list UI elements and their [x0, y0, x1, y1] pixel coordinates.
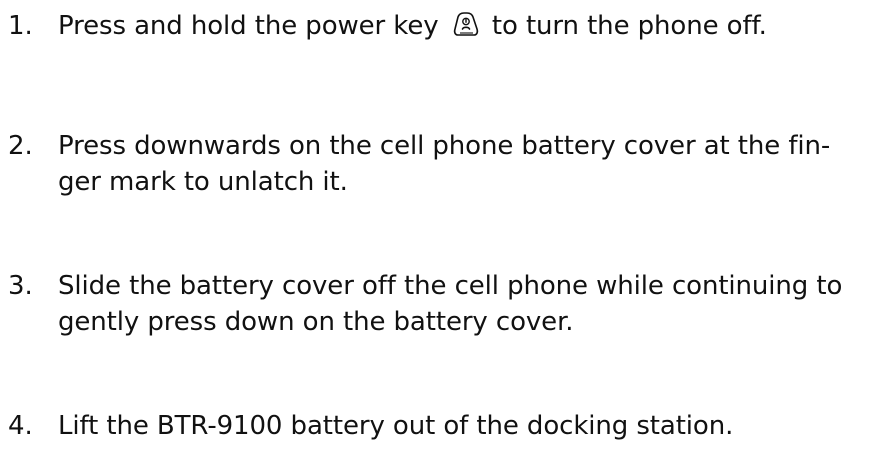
- step-2: 2. Press downwards on the cell phone bat…: [8, 128, 878, 200]
- step-line: ger mark to unlatch it.: [58, 167, 348, 197]
- step-number: 3.: [8, 271, 33, 301]
- step-text: Press and hold the power key to turn the…: [58, 8, 878, 44]
- step-1: 1. Press and hold the power key to turn …: [8, 8, 878, 44]
- step-line: Slide the battery cover off the cell pho…: [58, 271, 843, 301]
- step-number: 1.: [8, 11, 33, 41]
- power-key-icon: [451, 11, 481, 41]
- step-text: Press downwards on the cell phone batter…: [58, 128, 878, 200]
- step-text-after-icon: to turn the phone off.: [491, 11, 767, 41]
- step-line: Press and hold the power key to turn the…: [58, 8, 878, 44]
- step-line: Lift the BTR-9100 battery out of the doc…: [58, 411, 734, 441]
- instruction-steps: 1. Press and hold the power key to turn …: [0, 0, 884, 464]
- step-4: 4. Lift the BTR-9100 battery out of the …: [8, 408, 878, 444]
- step-line: gently press down on the battery cover.: [58, 307, 574, 337]
- step-3: 3. Slide the battery cover off the cell …: [8, 268, 878, 340]
- step-line: Press downwards on the cell phone batter…: [58, 131, 831, 161]
- step-text-before-icon: Press and hold the power key: [58, 11, 439, 41]
- step-text: Slide the battery cover off the cell pho…: [58, 268, 878, 340]
- step-number: 2.: [8, 131, 33, 161]
- step-number: 4.: [8, 411, 33, 441]
- step-text: Lift the BTR-9100 battery out of the doc…: [58, 408, 878, 444]
